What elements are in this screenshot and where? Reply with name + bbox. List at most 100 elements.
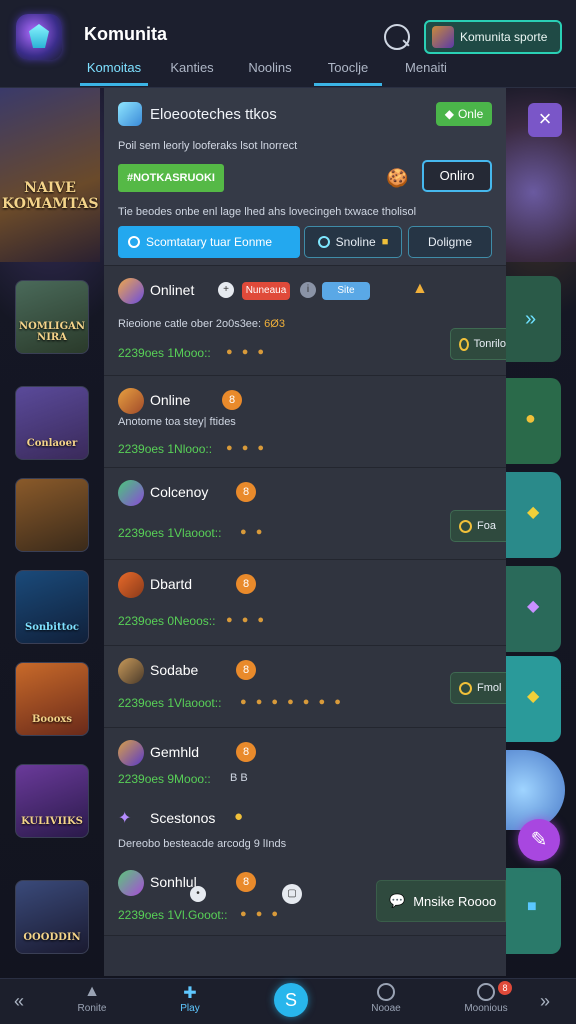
- item-name: Sodabe: [150, 662, 199, 678]
- reaction-icons: BB: [230, 772, 251, 784]
- community-button-label: Komunita sporte: [460, 30, 548, 44]
- puzzle-icon: ■: [527, 898, 537, 915]
- item-stats: 2239oes 9Mooo::: [118, 772, 211, 786]
- chat-icon: 💬: [389, 893, 406, 908]
- nav-item-ronite[interactable]: ▲ Ronite: [62, 983, 122, 1014]
- tab-tooclje[interactable]: Tooclje: [314, 58, 382, 86]
- right-tile[interactable]: ●: [505, 378, 561, 464]
- secondary-action-label: Snoline: [335, 235, 376, 249]
- game-thumb[interactable]: Conlaoer: [15, 386, 89, 460]
- primary-action-button[interactable]: Scomtatary tuar Eonme: [118, 226, 300, 258]
- game-thumb[interactable]: [15, 478, 89, 552]
- right-tile[interactable]: ◆: [505, 472, 561, 558]
- nav-label: Moonious: [464, 1003, 508, 1014]
- nav-item-play[interactable]: ✚ Play: [160, 983, 220, 1014]
- cookie-icon: 🍪: [386, 168, 409, 188]
- row-action-button[interactable]: Foa: [450, 510, 506, 542]
- list-item[interactable]: Gemhld 8 2239oes 9Mooo:: BB: [104, 728, 506, 798]
- right-tile[interactable]: »: [505, 276, 561, 362]
- level-badge: 8: [236, 742, 256, 762]
- hero-description: Tie beodes onbe enl lage lhed ahs loveci…: [118, 206, 417, 218]
- item-stats: 2239oes 0Neoos::: [118, 614, 216, 628]
- avatar: [118, 278, 144, 304]
- online-button[interactable]: Onliro: [422, 160, 492, 192]
- dot-icon: •: [190, 886, 206, 902]
- reaction-icons: ● ● ●: [226, 614, 268, 626]
- bottom-navigation: « ▲ Ronite ✚ Play S Nooae Moonious 8 »: [0, 978, 576, 1024]
- list-item[interactable]: Sodabe 8 2239oes 1Vlaooot:: ● ● ● ● ● ● …: [104, 646, 506, 728]
- nav-item-nooae[interactable]: Nooae: [356, 983, 416, 1014]
- community-avatar: [432, 26, 454, 48]
- nav-label: Play: [180, 1003, 200, 1014]
- row-action-label: Foa: [477, 520, 496, 532]
- game-thumb-caption: NOMLIGAN NIRA: [18, 321, 86, 343]
- forward-arrow-icon[interactable]: »: [540, 991, 550, 1012]
- level-badge: 8: [236, 660, 256, 680]
- game-thumb-caption: OOODDIN: [23, 932, 81, 943]
- item-name: Sonhlul: [150, 874, 197, 890]
- game-thumb[interactable]: NOMLIGAN NIRA: [15, 280, 89, 354]
- site-chip: Site: [322, 282, 370, 300]
- tertiary-action-button[interactable]: Doligme: [408, 226, 492, 258]
- item-name: Online: [150, 392, 191, 408]
- search-icon[interactable]: [384, 24, 410, 50]
- game-thumb[interactable]: Sonbittoc: [15, 570, 89, 644]
- row-action-button[interactable]: Tonrilo: [450, 328, 506, 360]
- list-item[interactable]: Dbartd 8 2239oes 0Neoos:: ● ● ●: [104, 560, 506, 646]
- row-action-label: Tonrilo: [473, 338, 506, 350]
- reaction-icons: ● ● ●: [240, 908, 282, 920]
- game-thumb-caption: Sonbittoc: [25, 622, 79, 633]
- message-button[interactable]: 💬 Mnsike Roooo: [376, 880, 506, 922]
- list-item[interactable]: Onlinet + Nuneaua i Site ▲ Rieoione catl…: [104, 266, 506, 376]
- avatar: [118, 572, 144, 598]
- list-item[interactable]: ✦ Scestonos ● Dereobo besteacde arcodg 9…: [104, 798, 506, 860]
- back-arrow-icon[interactable]: «: [14, 991, 24, 1012]
- game-thumb[interactable]: KULIVIIKS: [15, 764, 89, 838]
- right-tile[interactable]: ◆: [505, 566, 561, 652]
- right-tile[interactable]: ■: [505, 868, 561, 954]
- square-icon[interactable]: ▢: [282, 884, 302, 904]
- wand-icon: ✦: [118, 810, 132, 827]
- row-action-button[interactable]: Fmol: [450, 672, 506, 704]
- secondary-action-button[interactable]: Snoline ■: [304, 226, 402, 258]
- app-logo-icon[interactable]: [16, 14, 62, 60]
- item-description: Rieoione catle ober 2o0s3ee: 6Ø3: [118, 318, 285, 330]
- game-thumb[interactable]: OOODDIN: [15, 880, 89, 954]
- community-sport-button[interactable]: Komunita sporte: [424, 20, 562, 54]
- tag-icon: ◆: [444, 107, 454, 121]
- close-icon[interactable]: ×: [528, 103, 562, 137]
- wolf-icon: ▲: [84, 983, 100, 1000]
- list-item[interactable]: Sonhlul 8 • ▢ 2239oes 1Vl.Gooot:: ● ● ● …: [104, 860, 506, 936]
- forward-arrows-icon: »: [525, 308, 537, 330]
- hero-title: Eloeooteches ttkos: [150, 106, 277, 123]
- create-post-button[interactable]: ✎: [518, 819, 560, 861]
- status-chip: Nuneaua: [242, 282, 290, 300]
- tab-noolins[interactable]: Noolins: [236, 58, 304, 86]
- notification-badge: 8: [498, 981, 512, 995]
- item-description: Anotome toa stey| ftides: [118, 416, 236, 428]
- refresh-icon: [459, 337, 469, 351]
- avatar: [118, 870, 144, 896]
- hashtag-chip[interactable]: #NOTKASRUOKI: [118, 164, 224, 192]
- hero-card: Eloeooteches ttkos ◆ Onle Poil sem leorl…: [104, 88, 506, 266]
- list-item[interactable]: Online 8 Anotome toa stey| ftides 2239oe…: [104, 376, 506, 468]
- tab-komoitas[interactable]: Komoitas: [80, 58, 148, 86]
- item-stats: 2239oes 1Nlooo::: [118, 442, 213, 456]
- nav-home-button[interactable]: S: [274, 983, 308, 1017]
- item-name: Dbartd: [150, 576, 193, 592]
- tab-menaiti[interactable]: Menaiti: [392, 58, 460, 86]
- game-thumb[interactable]: Boooxs: [15, 662, 89, 736]
- nav-label: Nooae: [371, 1003, 401, 1014]
- gem-icon: ◆: [527, 688, 540, 705]
- item-stats: 2239oes 1Vlaooot::: [118, 526, 222, 540]
- right-tile[interactable]: ◆: [505, 656, 561, 742]
- game-thumb-featured[interactable]: NAIVE KOMAMTAS: [0, 88, 100, 262]
- list-item[interactable]: Colcenoy 8 2239oes 1Vlaooot:: ● ● Foa: [104, 468, 506, 560]
- tab-kanties[interactable]: Kanties: [158, 58, 226, 86]
- reaction-icons: ● ● ●: [226, 442, 268, 454]
- online-badge[interactable]: ◆ Onle: [436, 102, 492, 126]
- top-tabs: Komoitas Kanties Noolins Tooclje Menaiti: [80, 58, 470, 86]
- plus-icon[interactable]: +: [218, 282, 234, 298]
- app-header: Komunita Komunita sporte Komoitas Kantie…: [0, 0, 576, 88]
- primary-action-label: Scomtatary tuar Eonme: [146, 235, 273, 249]
